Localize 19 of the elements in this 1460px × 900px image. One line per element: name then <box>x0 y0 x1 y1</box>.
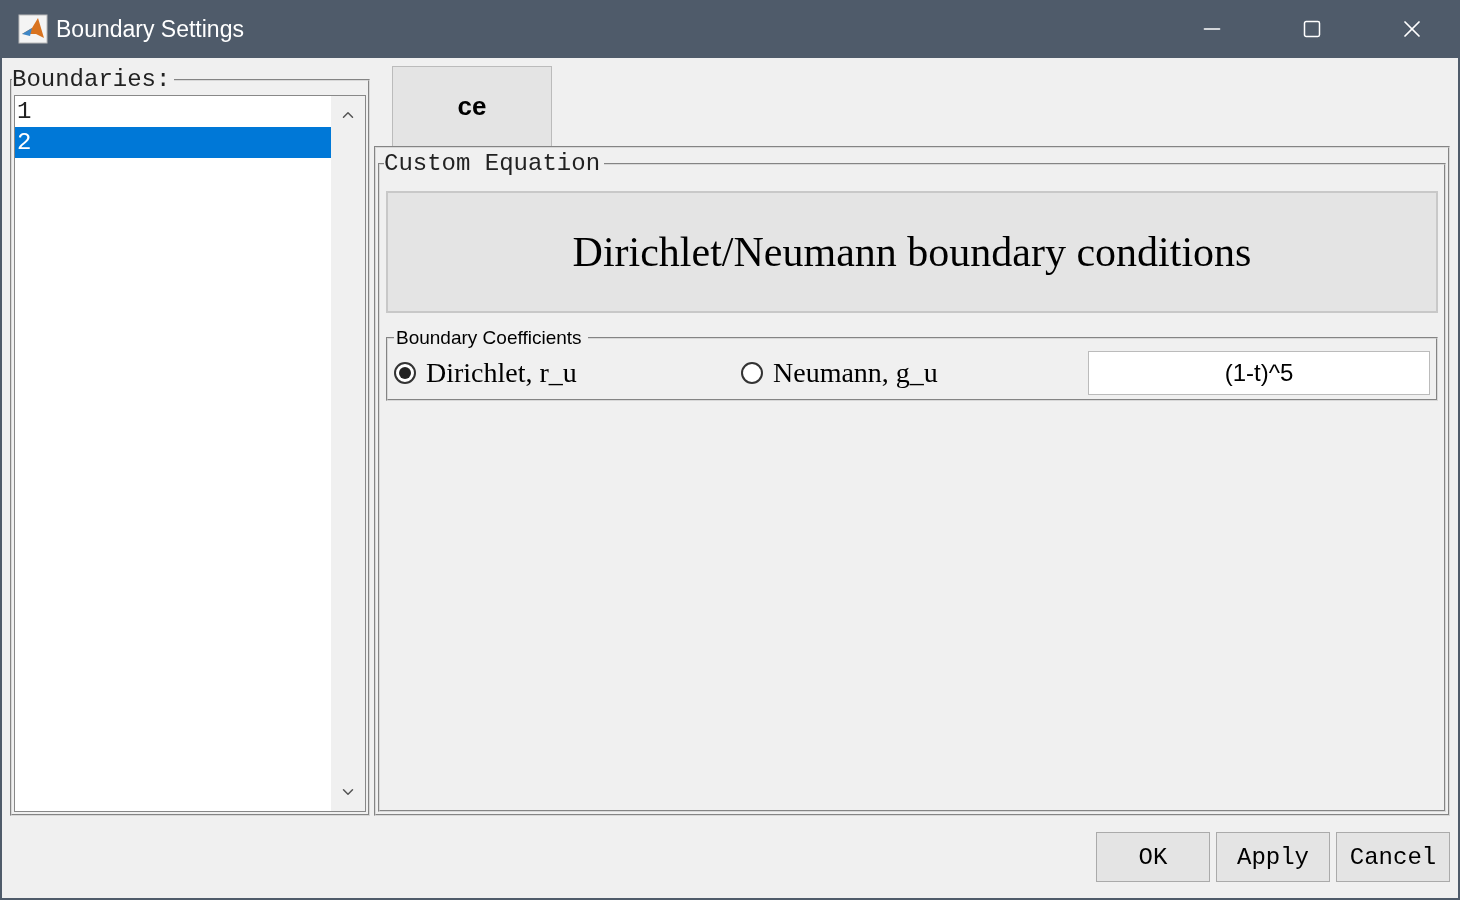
dialog-button[interactable]: OK <box>1096 832 1210 882</box>
radio-option[interactable]: Dirichlet, r_u <box>394 357 741 389</box>
list-item[interactable]: 2 <box>15 127 331 158</box>
boundary-list[interactable]: 1 2 <box>14 95 366 812</box>
radio-button[interactable] <box>741 362 763 384</box>
radio-option[interactable]: Neumann, g_u <box>741 357 1088 389</box>
window-title: Boundary Settings <box>56 15 245 43</box>
group-title: Custom Equation <box>384 150 602 177</box>
list-item[interactable]: 1 <box>15 96 331 127</box>
heading-banner: Dirichlet/Neumann boundary conditions <box>386 191 1438 313</box>
radio-button[interactable] <box>394 362 416 384</box>
maximize-icon[interactable] <box>1302 19 1322 39</box>
tab[interactable]: ce <box>392 66 552 146</box>
group-title: Boundaries: <box>12 66 172 93</box>
group-title: Boundary Coefficients <box>395 327 583 349</box>
value-input[interactable]: (1-t)^5 <box>1088 351 1430 395</box>
dialog-button[interactable]: Cancel <box>1336 832 1450 882</box>
app-logo-icon <box>18 14 48 44</box>
dialog-button[interactable]: Apply <box>1216 832 1330 882</box>
